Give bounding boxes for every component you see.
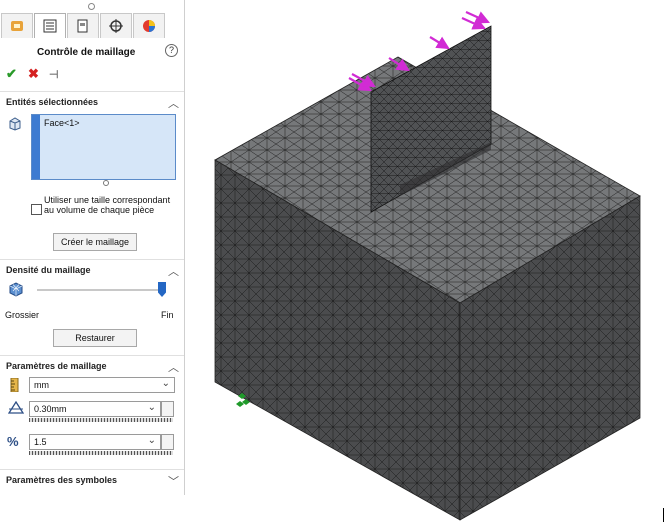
chevron-up-icon[interactable]: ︿ [168, 95, 179, 111]
section-label: Paramètres de maillage [6, 361, 107, 371]
feature-manager-icon [11, 21, 23, 31]
pushpin-icon[interactable]: ⊣ [49, 68, 59, 81]
text-caret [663, 508, 664, 522]
density-max-label: Fin [161, 310, 174, 320]
section-label: Paramètres des symboles [6, 475, 118, 485]
mesh-density-icon [9, 282, 23, 297]
element-size-value: 0.30mm [34, 404, 67, 414]
density-slider-track[interactable] [37, 289, 161, 291]
chevron-down-icon[interactable]: ⌄ [148, 402, 156, 413]
density-min-label: Grossier [5, 310, 40, 320]
chevron-down-icon[interactable]: ⌄ [162, 378, 170, 389]
ruler-icon [10, 378, 19, 392]
element-size-field[interactable]: 0.30mm ⌄ [29, 401, 161, 417]
ok-check-icon[interactable]: ✔ [6, 66, 17, 82]
tab-configuration-manager[interactable] [67, 13, 99, 38]
display-manager-icon [143, 20, 155, 32]
ratio-field[interactable]: 1.5 ⌄ [29, 434, 161, 450]
section-label: Densité du maillage [6, 265, 91, 275]
create-mesh-button[interactable]: Créer le maillage [53, 233, 137, 251]
graphics-viewport[interactable] [186, 0, 668, 525]
element-size-spinner[interactable] [161, 401, 174, 417]
size-per-part-checkbox[interactable] [31, 204, 42, 215]
section-selected-entities[interactable]: Entités sélectionnées ︿ [0, 91, 184, 112]
unit-select[interactable]: mm ⌄ [29, 377, 175, 393]
property-manager-panel: Contrôle de maillage ? ✔ ✖ ⊣ Entités sél… [0, 0, 185, 495]
size-per-part-label: Utiliser une taille correspondant au vol… [44, 195, 171, 215]
panel-tabs [1, 13, 166, 41]
chevron-down-icon[interactable]: ⌄ [148, 435, 156, 446]
chevron-up-icon[interactable]: ︿ [168, 359, 179, 375]
element-size-thumbwheel[interactable] [29, 418, 173, 422]
meshed-part-view[interactable] [186, 0, 668, 525]
tab-dimxpert[interactable] [100, 13, 132, 38]
density-slider-thumb[interactable] [158, 282, 166, 297]
help-icon[interactable]: ? [165, 44, 178, 57]
ratio-thumbwheel[interactable] [29, 451, 173, 455]
cancel-x-icon[interactable]: ✖ [28, 66, 39, 82]
dimxpert-icon [109, 19, 123, 33]
resize-grip-icon[interactable] [103, 180, 109, 186]
selected-face-item[interactable]: Face<1> [44, 118, 80, 128]
chevron-up-icon[interactable]: ︿ [168, 263, 179, 279]
tab-property-manager[interactable] [34, 13, 66, 38]
ratio-value: 1.5 [34, 437, 47, 447]
section-symbol-settings[interactable]: Paramètres des symboles ﹀ [0, 469, 184, 490]
tab-display-manager[interactable] [133, 13, 165, 38]
property-manager-icon [43, 19, 57, 33]
selection-listbox[interactable]: Face<1> [31, 114, 176, 180]
panel-grip-icon[interactable] [88, 3, 95, 10]
chevron-down-icon[interactable]: ﹀ [168, 473, 179, 489]
section-mesh-parameters[interactable]: Paramètres de maillage ︿ [0, 355, 184, 376]
unit-value: mm [34, 380, 49, 390]
configuration-manager-icon [77, 19, 88, 33]
ratio-icon: % [7, 434, 19, 449]
tab-feature-manager[interactable] [1, 13, 33, 38]
element-size-icon [8, 401, 24, 414]
section-mesh-density[interactable]: Densité du maillage ︿ [0, 259, 184, 280]
face-icon [9, 117, 21, 131]
ratio-spinner[interactable] [161, 434, 174, 450]
section-label: Entités sélectionnées [6, 97, 99, 107]
listbox-stripe [32, 115, 40, 179]
panel-title: Contrôle de maillage [37, 47, 136, 58]
reset-button[interactable]: Restaurer [53, 329, 137, 347]
